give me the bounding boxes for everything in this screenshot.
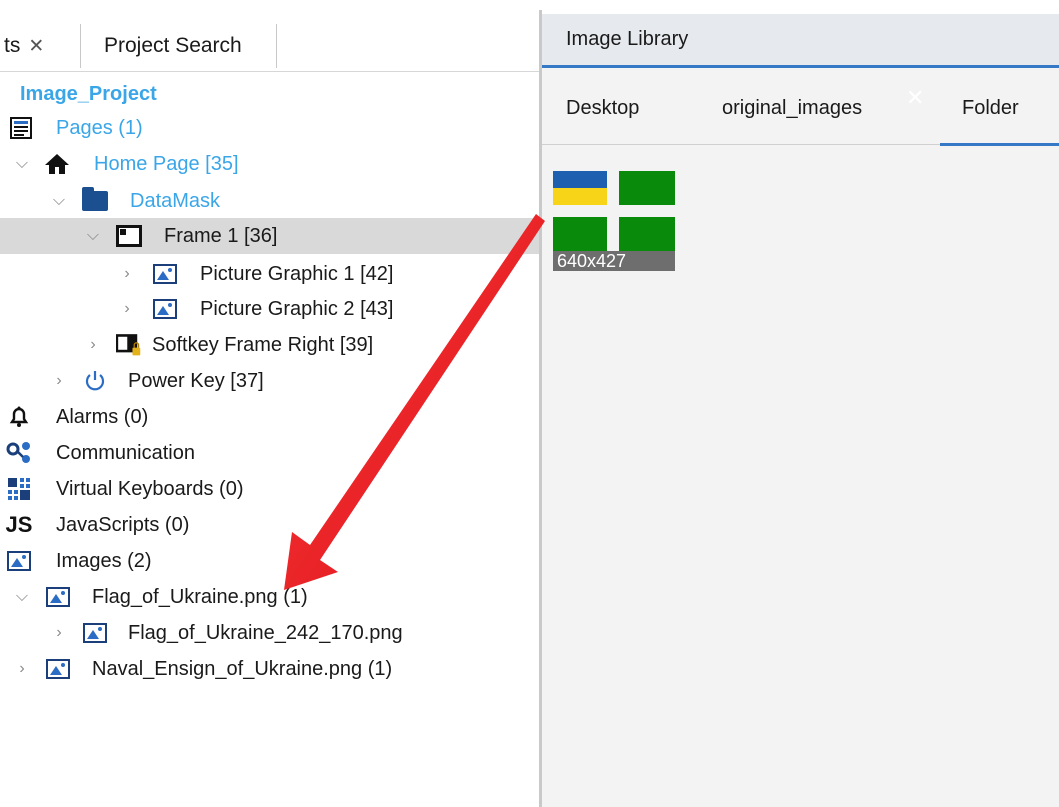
home-page-label: Home Page [35] — [94, 152, 239, 175]
flag-ukraine-blue-stripe — [553, 171, 607, 188]
ensign-quadrant — [619, 171, 675, 205]
tab-project-search[interactable]: Project Search — [104, 24, 242, 68]
tree-item-power-key[interactable]: › Power Key [37] — [0, 363, 540, 399]
tree-item-communication[interactable]: Communication — [0, 435, 540, 471]
tab-desktop-label: Desktop — [566, 96, 640, 119]
chevron-down-icon[interactable]: ⌵ — [13, 155, 31, 173]
power-key-label: Power Key [37] — [128, 369, 264, 392]
home-icon — [44, 152, 70, 176]
picture-icon — [152, 262, 178, 286]
chevron-down-icon[interactable]: ⌵ — [84, 227, 102, 245]
chevron-right-icon[interactable]: › — [50, 372, 68, 390]
image-thumbnail[interactable]: 640x427 — [553, 171, 675, 271]
alarm-bell-icon — [6, 405, 32, 429]
tab-projects-label: ts — [4, 34, 21, 57]
alarms-label: Alarms (0) — [56, 405, 149, 428]
picture-icon — [45, 585, 71, 609]
image-library-title: Image Library — [566, 28, 689, 50]
tab-desktop[interactable]: Desktop — [566, 71, 639, 145]
tab-project-search-label: Project Search — [104, 34, 242, 57]
tab-folder[interactable]: Folder — [940, 71, 1059, 146]
tree-item-alarms[interactable]: Alarms (0) — [0, 399, 540, 435]
chevron-down-icon[interactable]: ⌵ — [13, 588, 31, 606]
image-library-tabs: Desktop original_images ✕ Folder — [542, 71, 1059, 146]
chevron-right-icon[interactable]: › — [50, 624, 68, 642]
tab-divider — [80, 24, 81, 68]
softkey-frame-label: Softkey Frame Right [39] — [152, 333, 374, 356]
project-explorer-panel: ts ✕ Project Search Image_Project Pages … — [0, 0, 540, 807]
picture-icon — [45, 657, 71, 681]
flag-of-ukraine-242-label: Flag_of_Ukraine_242_170.png — [128, 621, 403, 644]
tree-item-home-page[interactable]: ⌵ Home Page [35] — [0, 146, 540, 182]
chevron-right-icon[interactable]: › — [84, 336, 102, 354]
tree-item-images[interactable]: Images (2) — [0, 543, 540, 579]
chevron-down-icon[interactable]: ⌵ — [50, 192, 68, 210]
picture-icon — [6, 549, 32, 573]
thumbnail-size-caption: 640x427 — [553, 251, 675, 271]
tab-divider — [276, 24, 277, 68]
frame-icon — [116, 224, 142, 248]
tree-item-pages[interactable]: Pages (1) — [0, 110, 540, 146]
tab-close-icon[interactable]: ✕ — [28, 35, 44, 58]
picture-icon — [152, 297, 178, 321]
naval-ensign-label: Naval_Ensign_of_Ukraine.png (1) — [92, 657, 393, 680]
tree-item-softkey-frame[interactable]: › Softkey Frame Right [39] — [0, 327, 540, 363]
datamask-label: DataMask — [130, 189, 221, 212]
tab-folder-label: Folder — [962, 96, 1019, 119]
tree-item-frame1[interactable]: ⌵ Frame 1 [36] — [0, 218, 540, 254]
tab-original-images[interactable]: original_images — [722, 71, 862, 145]
tree-item-picture-graphic-1[interactable]: › Picture Graphic 1 [42] — [0, 256, 540, 292]
picture-graphic-1-label: Picture Graphic 1 [42] — [200, 262, 394, 285]
pages-icon — [8, 116, 34, 140]
chevron-right-icon[interactable]: › — [13, 660, 31, 678]
ensign-quadrant — [553, 217, 607, 251]
images-label: Images (2) — [56, 549, 152, 572]
image-library-header: Image Library — [542, 14, 1059, 68]
pages-label: Pages (1) — [56, 116, 143, 139]
tab-close-icon[interactable]: ✕ — [906, 85, 924, 111]
tree-item-project[interactable]: Image_Project — [0, 76, 540, 112]
tab-original-images-label: original_images — [722, 96, 863, 119]
communication-icon — [6, 441, 32, 465]
tree-item-flag-of-ukraine-242[interactable]: › Flag_of_Ukraine_242_170.png — [0, 615, 540, 651]
flag-of-ukraine-label: Flag_of_Ukraine.png (1) — [92, 585, 308, 608]
ensign-quadrant — [619, 217, 675, 251]
frame1-label: Frame 1 [36] — [164, 224, 278, 247]
communication-label: Communication — [56, 441, 195, 464]
javascript-icon: JS — [5, 512, 33, 537]
left-tab-bar: ts ✕ Project Search — [0, 0, 540, 72]
tree-item-javascripts[interactable]: JS JavaScripts (0) — [0, 507, 540, 543]
tab-projects[interactable]: ts ✕ — [4, 24, 44, 68]
image-library-panel: Image Library Desktop original_images ✕ … — [542, 14, 1059, 807]
tree-item-flag-of-ukraine[interactable]: ⌵ Flag_of_Ukraine.png (1) — [0, 579, 540, 615]
softkey-frame-icon — [116, 333, 142, 357]
chevron-right-icon[interactable]: › — [118, 265, 136, 283]
picture-graphic-2-label: Picture Graphic 2 [43] — [200, 297, 394, 320]
project-name: Image_Project — [20, 82, 157, 105]
tree-item-datamask[interactable]: ⌵ DataMask — [0, 183, 540, 219]
chevron-right-icon[interactable]: › — [118, 300, 136, 318]
tree-item-picture-graphic-2[interactable]: › Picture Graphic 2 [43] — [0, 291, 540, 327]
tree-item-naval-ensign[interactable]: › Naval_Ensign_of_Ukraine.png (1) — [0, 651, 540, 687]
power-icon — [82, 369, 108, 393]
virtual-keyboards-label: Virtual Keyboards (0) — [56, 477, 244, 500]
javascripts-label: JavaScripts (0) — [56, 513, 190, 536]
picture-icon — [82, 621, 108, 645]
folder-icon — [82, 187, 108, 213]
keyboard-icon — [6, 477, 32, 501]
flag-ukraine-yellow-stripe — [553, 188, 607, 205]
tree-item-virtual-keyboards[interactable]: Virtual Keyboards (0) — [0, 471, 540, 507]
